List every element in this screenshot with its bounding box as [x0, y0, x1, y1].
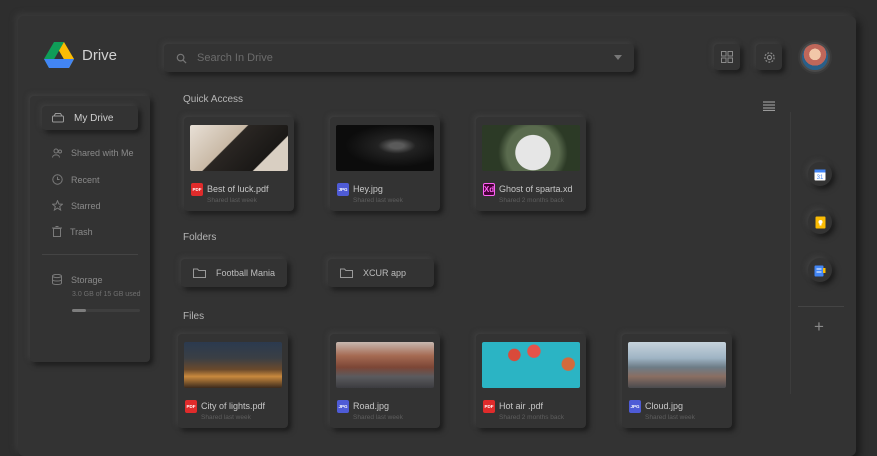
file-name: Cloud.jpg	[645, 401, 684, 411]
file-shared-info: Shared last week	[353, 414, 403, 421]
drive-logo-icon	[44, 42, 74, 68]
file-thumbnail	[628, 342, 726, 388]
file-thumbnail	[336, 342, 434, 388]
trash-icon	[52, 226, 62, 237]
xd-icon: Xd	[483, 183, 495, 196]
people-icon	[52, 148, 62, 158]
file-thumbnail	[482, 125, 580, 171]
folder-name: XCUR app	[363, 268, 407, 278]
calendar-icon: 31	[814, 169, 826, 181]
plus-icon: +	[814, 317, 824, 336]
pdf-icon: PDF	[191, 183, 203, 196]
file-name: City of lights.pdf	[201, 401, 266, 411]
file-shared-info: Shared 2 months back	[499, 197, 565, 204]
calendar-app-button[interactable]: 31	[808, 162, 832, 186]
file-name: Hot air .pdf	[499, 401, 544, 411]
file-shared-info: Shared last week	[645, 414, 695, 421]
file-shared-info: Shared last week	[207, 197, 257, 204]
pdf-icon: PDF	[185, 400, 197, 413]
folder-name: Football Mania	[216, 268, 276, 278]
folder-icon	[193, 268, 206, 278]
sidebar-item-label: My Drive	[74, 112, 114, 124]
list-view-button[interactable]	[763, 98, 775, 116]
sidebar-divider	[42, 254, 138, 255]
sidebar-item-starred[interactable]: Starred	[52, 200, 101, 211]
sidebar-item-recent[interactable]: Recent	[52, 174, 100, 185]
file-card[interactable]: PDF Hot air .pdf Shared 2 months back	[476, 334, 586, 428]
jpg-icon: JPG	[337, 400, 349, 413]
clock-icon	[52, 174, 63, 185]
storage-progress-bar	[72, 309, 140, 312]
file-name: Road.jpg	[353, 401, 390, 411]
quick-access-title: Quick Access	[183, 94, 244, 105]
folders-title: Folders	[183, 232, 217, 243]
file-card[interactable]: JPG Cloud.jpg Shared last week	[622, 334, 732, 428]
search-icon	[176, 53, 187, 64]
file-thumbnail	[190, 125, 288, 171]
sidebar-item-label: Shared with Me	[71, 148, 134, 158]
gear-icon	[763, 51, 775, 63]
storage-progress-fill	[72, 309, 86, 312]
file-thumbnail	[336, 125, 434, 171]
grid-view-button[interactable]	[714, 44, 740, 70]
keep-app-button[interactable]	[808, 210, 832, 234]
file-card[interactable]: PDF City of lights.pdf Shared last week	[178, 334, 288, 428]
folder-item[interactable]: Football Mania	[181, 259, 287, 287]
sidebar-item-label: Trash	[70, 226, 93, 237]
search-input[interactable]: Search In Drive	[197, 52, 614, 64]
add-app-button[interactable]: +	[814, 318, 824, 335]
quick-access-card[interactable]: PDF Best of luck.pdf Shared last week	[184, 117, 294, 211]
database-icon	[52, 274, 62, 285]
keep-icon	[815, 216, 825, 228]
pdf-icon: PDF	[483, 400, 495, 413]
storage-title: Storage	[71, 274, 103, 285]
settings-button[interactable]	[756, 44, 782, 70]
app-title: Drive	[82, 46, 118, 64]
right-rail-separator	[798, 306, 844, 307]
folder-icon	[340, 268, 353, 278]
files-title: Files	[183, 311, 205, 322]
search-bar[interactable]: Search In Drive	[164, 44, 634, 72]
file-thumbnail	[482, 342, 580, 388]
sidebar-item-trash[interactable]: Trash	[52, 226, 93, 237]
tasks-app-button[interactable]	[808, 258, 832, 282]
sidebar: My Drive Shared with Me Recent Starred T…	[30, 96, 150, 362]
chevron-down-icon[interactable]	[614, 55, 622, 61]
sidebar-item-label: Recent	[71, 174, 100, 185]
grid-icon	[721, 51, 733, 63]
folder-item[interactable]: XCUR app	[328, 259, 434, 287]
avatar[interactable]	[800, 42, 830, 72]
file-name: Hey.jpg	[353, 184, 383, 194]
quick-access-card[interactable]: JPG Hey.jpg Shared last week	[330, 117, 440, 211]
star-icon	[52, 200, 63, 211]
drive-icon	[52, 113, 64, 123]
file-shared-info: Shared 2 months back	[499, 414, 565, 421]
list-icon	[763, 101, 775, 112]
sidebar-item-label: Starred	[71, 200, 101, 211]
jpg-icon: JPG	[629, 400, 641, 413]
file-name: Best of luck.pdf	[207, 184, 269, 194]
tasks-icon	[814, 265, 826, 276]
file-name: Ghost of sparta.xd	[499, 184, 573, 194]
storage-label: Storage	[52, 274, 103, 285]
file-shared-info: Shared last week	[201, 414, 251, 421]
sidebar-item-shared[interactable]: Shared with Me	[52, 148, 134, 158]
right-rail-divider	[790, 112, 791, 394]
storage-used-text: 3.0 GB of 15 GB used	[72, 291, 141, 298]
jpg-icon: JPG	[337, 183, 349, 196]
file-thumbnail	[184, 342, 282, 388]
svg-text:31: 31	[817, 175, 824, 181]
quick-access-card[interactable]: Xd Ghost of sparta.xd Shared 2 months ba…	[476, 117, 586, 211]
file-shared-info: Shared last week	[353, 197, 403, 204]
sidebar-item-my-drive[interactable]: My Drive	[42, 106, 138, 130]
file-card[interactable]: JPG Road.jpg Shared last week	[330, 334, 440, 428]
drive-logo[interactable]: Drive	[44, 42, 117, 68]
